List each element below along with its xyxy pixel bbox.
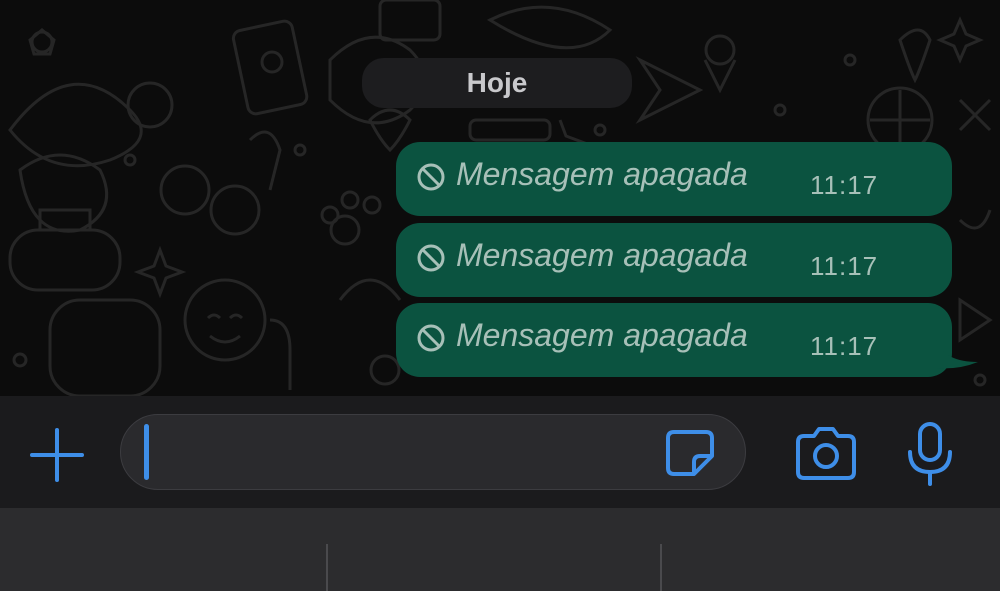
- message-bubble[interactable]: Mensagem apagada 11:17: [396, 142, 952, 216]
- date-separator: Hoje: [362, 58, 632, 108]
- message-bubble[interactable]: Mensagem apagada 11:17: [396, 223, 952, 297]
- message-time: 11:17: [810, 331, 879, 361]
- deleted-message-icon: [417, 324, 445, 352]
- message-text: Mensagem apagada: [456, 237, 748, 273]
- keyboard-divider: [326, 544, 328, 591]
- message-time: 11:17: [810, 251, 879, 281]
- deleted-message-icon: [417, 244, 445, 272]
- keyboard-divider: [660, 544, 662, 591]
- keyboard-area: [0, 508, 1000, 591]
- deleted-message-icon: [417, 163, 445, 191]
- message-text: Mensagem apagada: [456, 317, 748, 353]
- message-input[interactable]: [157, 425, 661, 481]
- camera-icon[interactable]: [794, 426, 858, 482]
- message-time: 11:17: [810, 170, 879, 200]
- message-bubble[interactable]: Mensagem apagada 11:17: [396, 303, 952, 377]
- plus-icon[interactable]: [28, 426, 86, 484]
- message-text: Mensagem apagada: [456, 156, 748, 192]
- chat-area: Hoje Mensagem apagada 11:17 Mensagem apa…: [0, 0, 1000, 396]
- microphone-icon[interactable]: [904, 420, 956, 488]
- text-caret: [144, 424, 149, 480]
- sticker-icon[interactable]: [664, 428, 716, 478]
- bubble-tail: [936, 340, 978, 369]
- message-input-box[interactable]: [120, 414, 746, 490]
